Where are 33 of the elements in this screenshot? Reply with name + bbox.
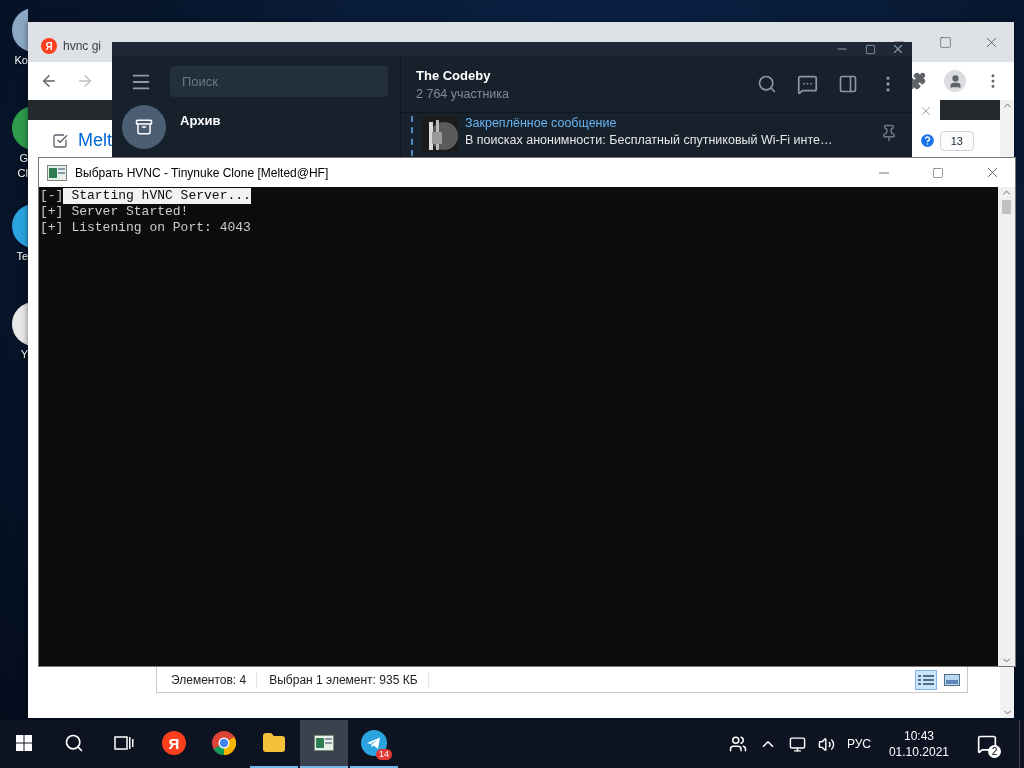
desktop-icon-label: Ko (14, 54, 28, 67)
status-text: Выбран 1 элемент: 935 КБ (267, 673, 429, 687)
chat-title: The Codeby (416, 67, 492, 83)
unread-badge: 14 (376, 749, 392, 760)
chat-name: Архив (180, 112, 221, 128)
desktop-icon-label: Cl (17, 167, 28, 180)
taskbar-app-button[interactable]: Я (150, 720, 198, 768)
search-field[interactable]: Поиск (170, 66, 388, 97)
browser-tab[interactable]: Я hvnc gi (38, 30, 105, 62)
yandex-icon: Я (162, 731, 186, 755)
console-prefix: [-] (40, 188, 64, 204)
clock-date: 01.10.2021 (888, 744, 949, 760)
status-text: Элементов: 4 (169, 673, 258, 687)
console-prefix: [+] (40, 220, 64, 236)
notification-count: 2 (988, 745, 1001, 758)
clock[interactable]: 10:43 01.10.2021 (882, 728, 955, 760)
console-prefix: [+] (40, 204, 64, 220)
desktop-icon-label: Y (20, 348, 28, 361)
count-button[interactable]: 13 (939, 130, 974, 151)
chat-list-item[interactable]: Архив (112, 97, 400, 157)
clock-time: 10:43 (903, 728, 934, 744)
member-count: 2 764 участника (416, 86, 511, 101)
console-line: Listening on Port: 4043 (70, 220, 251, 236)
window-title: Выбрать HVNC - Tinynuke Clone [Melted@HF] (75, 165, 329, 180)
yandex-favicon: Я (41, 38, 57, 54)
taskbar-app-button[interactable]: 14 (350, 720, 398, 768)
desktop-icon-label: Te (16, 250, 28, 263)
console-line: Server Started! (70, 204, 189, 220)
pinned-title: Закреплённое сообщение (465, 116, 618, 130)
desktop-icon-label: G (19, 152, 28, 165)
pinned-text: В поисках анонимности: Бесплатный спутниковый Wi-Fi инте… (465, 133, 834, 147)
repo-link[interactable]: Melt (78, 130, 112, 151)
language-indicator[interactable]: РУС (846, 737, 871, 751)
